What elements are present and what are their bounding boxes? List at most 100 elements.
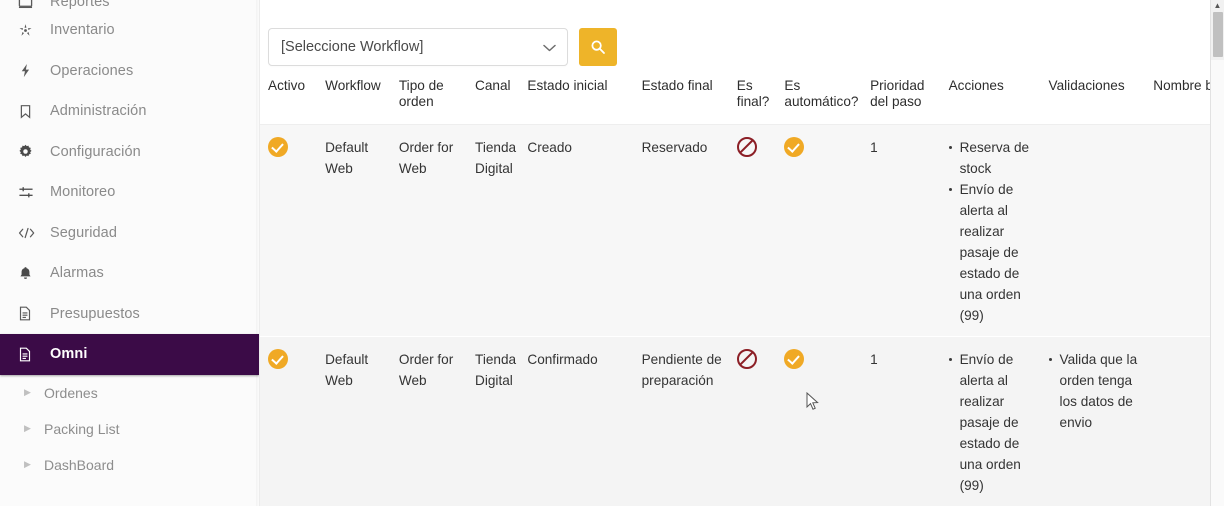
search-icon (590, 39, 606, 55)
list-item: Envío de alerta al realizar pasaje de es… (948, 179, 1035, 326)
document-icon (18, 347, 40, 362)
list-item: Reserva de stock (948, 137, 1035, 179)
check-orange-icon (268, 349, 288, 369)
sidebar-subitem-ordenes[interactable]: ▶ Ordenes (0, 375, 259, 411)
table-header-row: Activo Workflow Tipo de orden Canal Esta… (260, 68, 1224, 125)
sidebar-subitem-dashboard[interactable]: ▶ DashBoard (0, 447, 259, 483)
scrollbar-track[interactable] (1211, 60, 1224, 506)
sidebar-subitem-label: Ordenes (44, 384, 98, 401)
sidebar-item-label: Seguridad (50, 224, 118, 241)
bell-icon (18, 266, 40, 281)
search-button[interactable] (579, 28, 617, 66)
list-item: Valida que la orden tenga los datos de e… (1048, 349, 1140, 433)
sidebar: Reportes Inventario Operaciones Administ… (0, 0, 260, 506)
scrollbar-thumb[interactable] (1213, 12, 1223, 57)
sidebar-item-label: Reportes (50, 0, 110, 10)
cell-tipo-orden: Order for Web (390, 124, 468, 337)
app-root: Reportes Inventario Operaciones Administ… (0, 0, 1224, 506)
cell-tipo-orden: Order for Web (390, 336, 468, 506)
acciones-list: Envío de alerta al realizar pasaje de es… (948, 349, 1035, 496)
triangle-up-icon[interactable]: ▲ (1211, 1, 1224, 11)
bookmark-icon (18, 104, 40, 119)
table-body: Default Web Order for Web Tienda Digital… (260, 124, 1224, 506)
sidebar-item-monitoreo[interactable]: Monitoreo (0, 172, 259, 213)
cell-es-automatico (776, 336, 863, 506)
cell-acciones: Reserva de stock Envío de alerta al real… (940, 124, 1041, 337)
sidebar-item-label: Omni (50, 346, 88, 363)
toolbar: [Seleccione Workflow] (260, 0, 1224, 72)
cell-es-final (728, 124, 777, 337)
sidebar-subitem-label: DashBoard (44, 456, 115, 473)
workflow-select[interactable]: [Seleccione Workflow] (268, 28, 568, 66)
chevron-right-icon: ▶ (24, 423, 31, 433)
col-header-es-final[interactable]: Es final? (728, 68, 777, 125)
chevron-right-icon: ▶ (24, 387, 31, 397)
list-item: Envío de alerta al realizar pasaje de es… (948, 349, 1035, 496)
block-red-icon (736, 137, 757, 157)
sidebar-item-label: Inventario (50, 22, 115, 39)
sidebar-subitem-packing-list[interactable]: ▶ Packing List (0, 411, 259, 447)
col-header-validaciones[interactable]: Validaciones (1040, 68, 1146, 125)
cell-es-final (728, 336, 777, 506)
sidebar-item-label: Operaciones (50, 62, 134, 79)
cell-validaciones: Valida que la orden tenga los datos de e… (1040, 336, 1146, 506)
cell-estado-inicial: Creado (519, 124, 634, 337)
sidebar-item-label: Administración (50, 103, 147, 120)
workflow-table: Activo Workflow Tipo de orden Canal Esta… (260, 68, 1224, 506)
cell-validaciones (1040, 124, 1146, 337)
col-header-es-automatico[interactable]: Es automático? (776, 68, 863, 125)
check-orange-icon (784, 137, 805, 157)
workflow-table-scroll[interactable]: Activo Workflow Tipo de orden Canal Esta… (260, 68, 1224, 506)
chevron-right-icon: ▶ (24, 459, 31, 469)
sidebar-item-label: Presupuestos (50, 305, 140, 322)
cell-es-automatico (776, 124, 863, 337)
sidebar-item-omni[interactable]: Omni (0, 334, 259, 375)
sidebar-item-label: Monitoreo (50, 184, 116, 201)
bolt-icon (18, 63, 40, 78)
page-scrollbar[interactable]: ▲ (1210, 0, 1224, 506)
main-content: [Seleccione Workflow] Activo Workflow Ti… (260, 0, 1224, 506)
cell-prioridad: 1 (862, 336, 941, 506)
validaciones-list: Valida que la orden tenga los datos de e… (1048, 349, 1140, 433)
cell-workflow: Default Web (317, 336, 391, 506)
chevron-down-icon (543, 41, 556, 54)
sidebar-subitem-label: Packing List (44, 420, 120, 437)
sidebar-item-administracion[interactable]: Administración (0, 91, 259, 132)
block-red-icon (736, 349, 757, 369)
sidebar-item-inventario[interactable]: Inventario (0, 10, 259, 51)
cell-activo (260, 124, 318, 337)
gear-icon (18, 144, 40, 159)
sidebar-item-reportes[interactable]: Reportes (0, 0, 259, 10)
col-header-activo[interactable]: Activo (260, 68, 318, 125)
col-header-estado-inicial[interactable]: Estado inicial (519, 68, 634, 125)
document-icon (18, 306, 40, 321)
col-header-canal[interactable]: Canal (467, 68, 520, 125)
sidebar-edge-shadow (256, 0, 259, 506)
sidebar-item-operaciones[interactable]: Operaciones (0, 51, 259, 92)
sidebar-item-configuracion[interactable]: Configuración (0, 132, 259, 173)
cell-workflow: Default Web (317, 124, 391, 337)
table-row[interactable]: Default Web Order for Web Tienda Digital… (260, 124, 1224, 337)
code-brackets-icon (18, 226, 40, 240)
col-header-acciones[interactable]: Acciones (940, 68, 1041, 125)
col-header-workflow[interactable]: Workflow (317, 68, 391, 125)
col-header-prioridad[interactable]: Prioridad del paso (862, 68, 941, 125)
sidebar-item-presupuestos[interactable]: Presupuestos (0, 294, 259, 335)
acciones-list: Reserva de stock Envío de alerta al real… (948, 137, 1035, 326)
cell-estado-inicial: Confirmado (519, 336, 634, 506)
sidebar-item-seguridad[interactable]: Seguridad (0, 213, 259, 254)
sidebar-item-alarmas[interactable]: Alarmas (0, 253, 259, 294)
col-header-tipo-orden[interactable]: Tipo de orden (390, 68, 468, 125)
inventory-icon (18, 23, 40, 38)
cell-canal: Tienda Digital (467, 124, 520, 337)
report-chart-icon (18, 0, 40, 10)
cell-acciones: Envío de alerta al realizar pasaje de es… (940, 336, 1041, 506)
table-row[interactable]: Default Web Order for Web Tienda Digital… (260, 336, 1224, 506)
cell-estado-final: Reservado (633, 124, 729, 337)
cell-activo (260, 336, 318, 506)
cell-prioridad: 1 (862, 124, 941, 337)
check-orange-icon (784, 349, 805, 369)
col-header-estado-final[interactable]: Estado final (633, 68, 729, 125)
check-orange-icon (268, 137, 288, 157)
sliders-icon (18, 185, 40, 200)
